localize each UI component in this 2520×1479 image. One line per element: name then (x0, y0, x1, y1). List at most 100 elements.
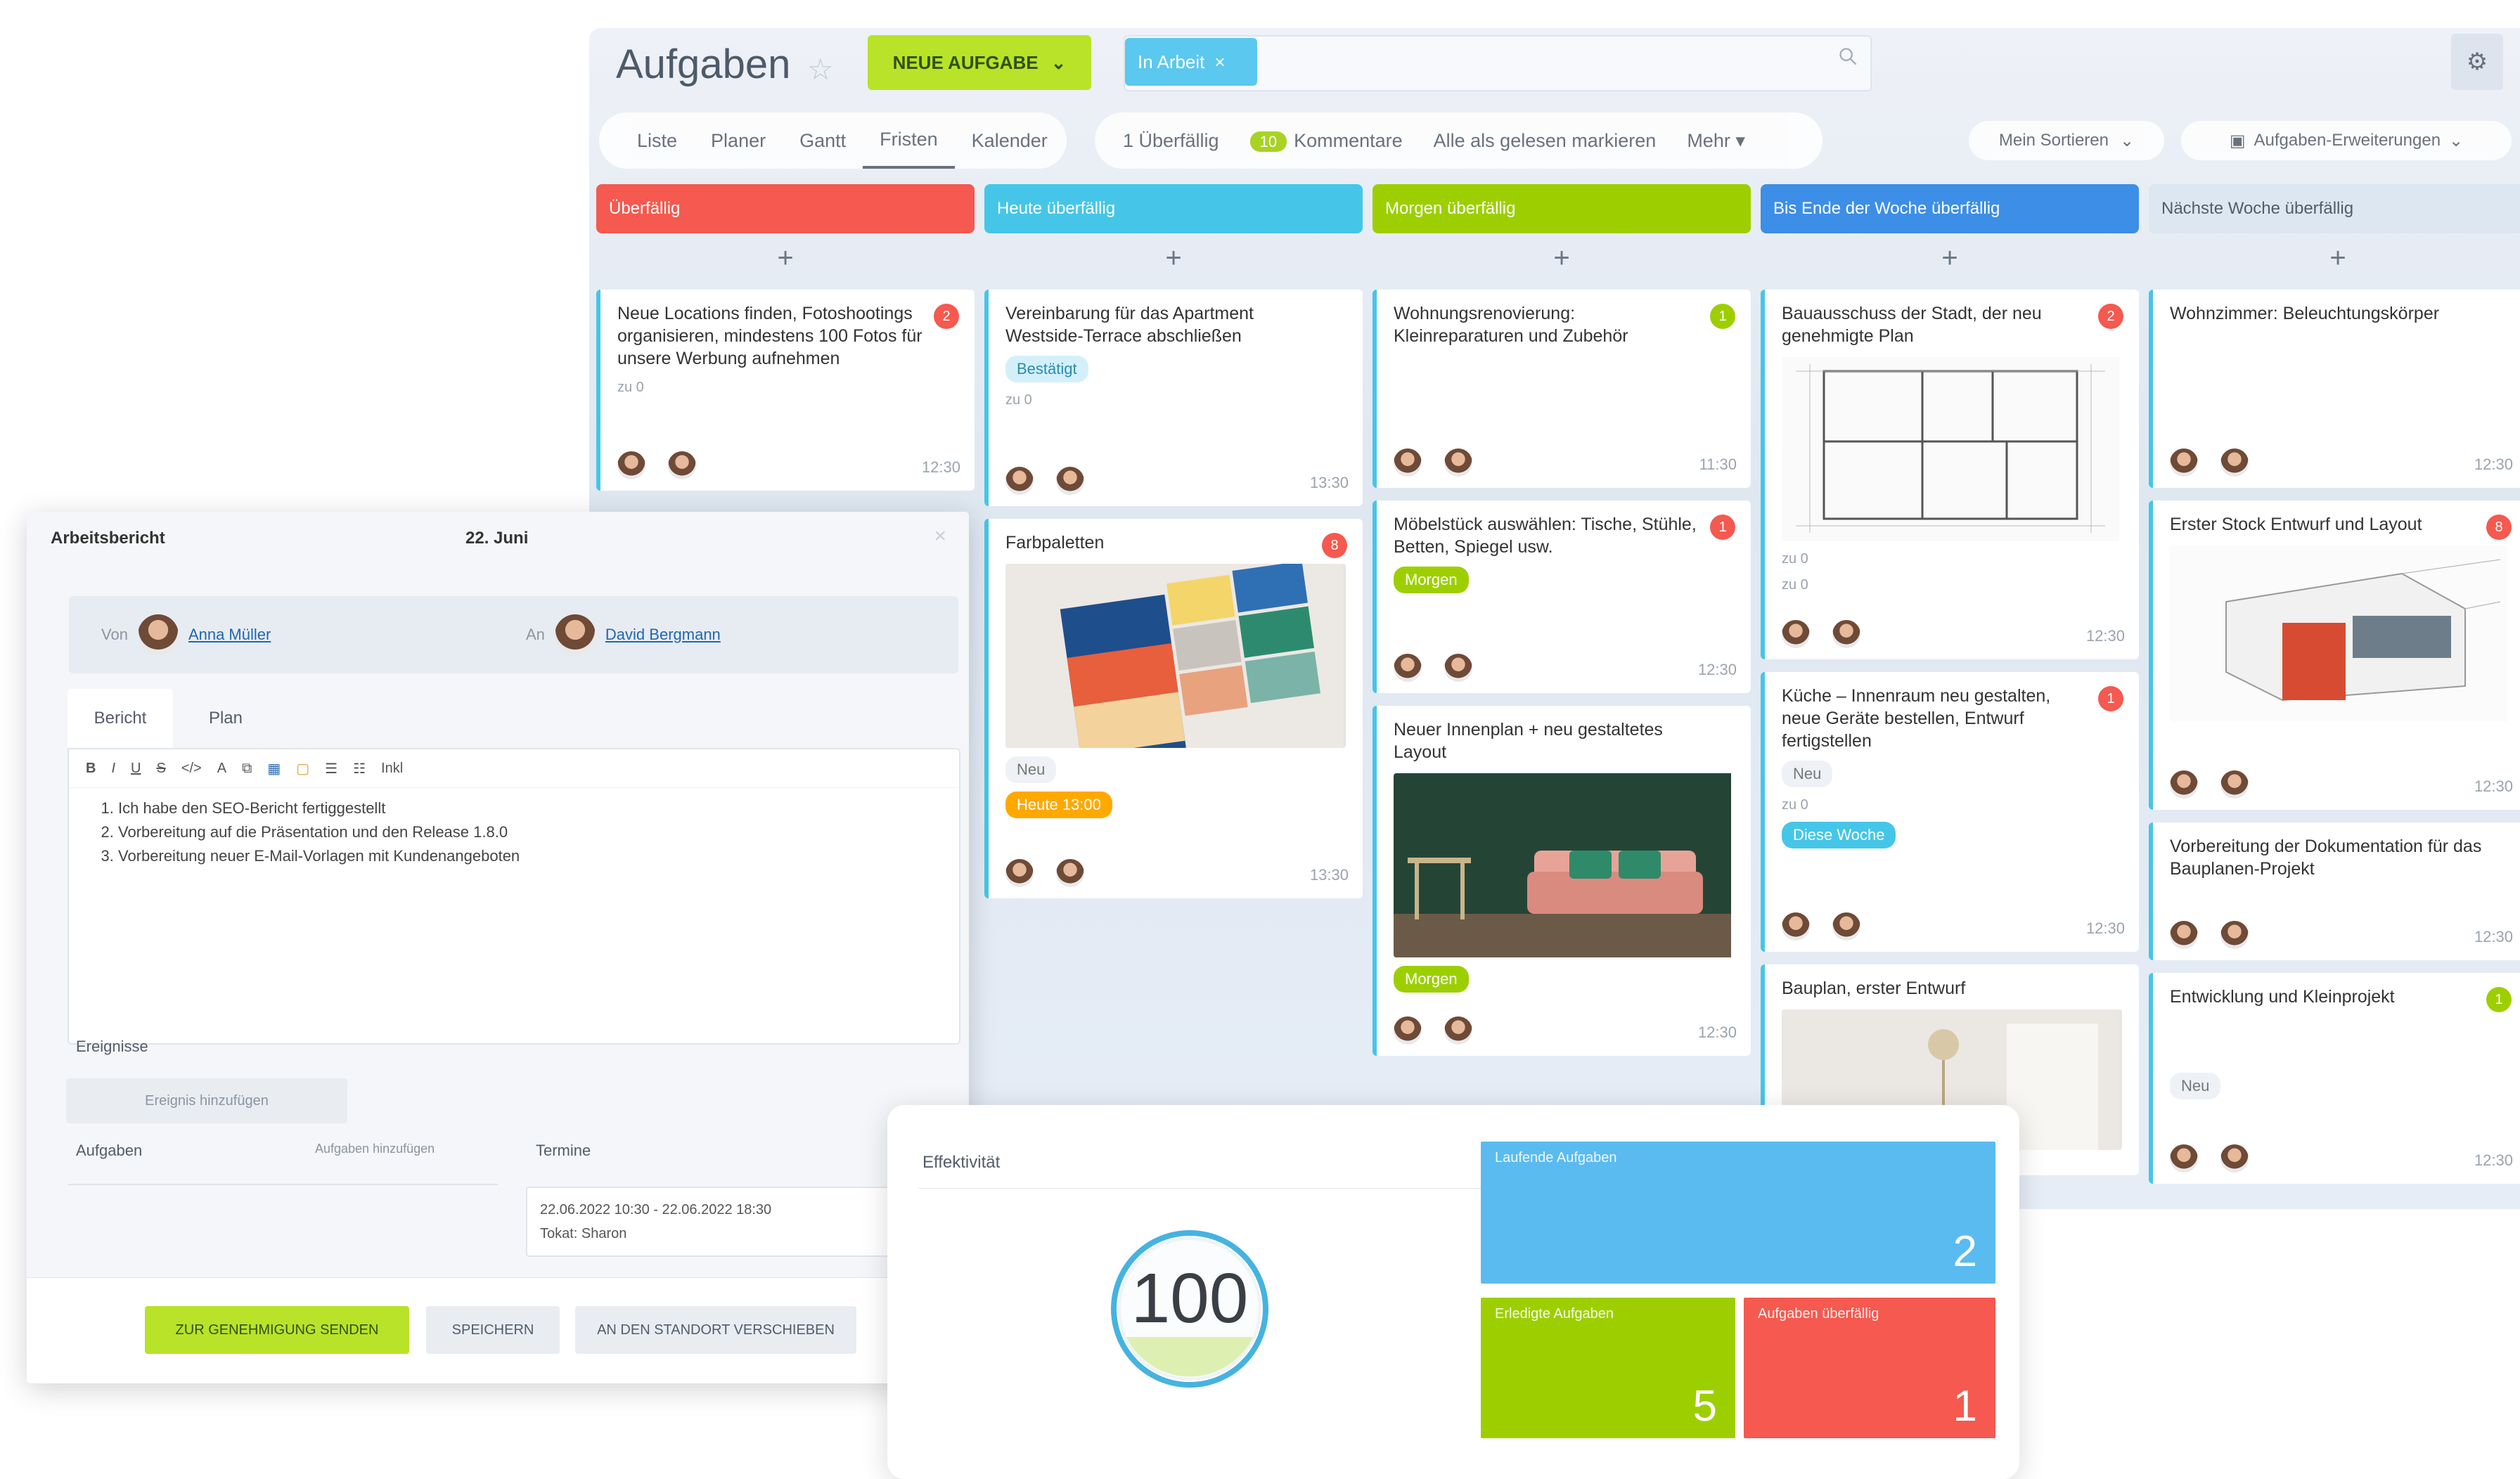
tasks-label: Aufgaben (76, 1142, 143, 1159)
add-card-icon[interactable]: + (1761, 233, 2139, 283)
avatar[interactable] (1782, 912, 1810, 941)
overdue-filter[interactable]: 1 Überfällig (1123, 130, 1219, 152)
add-card-icon[interactable]: + (596, 233, 975, 283)
avatar[interactable] (1444, 448, 1472, 477)
task-card[interactable]: Farbpaletten 8 Neu Heute 13:00 13:30 (984, 519, 1363, 898)
task-card[interactable]: Vorbereitung der Dokumentation für das B… (2149, 822, 2520, 960)
new-task-button[interactable]: NEUE AUFGABE ⌄ (868, 35, 1091, 90)
avatar[interactable] (1832, 620, 1860, 648)
avatar[interactable] (2220, 770, 2249, 799)
tab-plan[interactable]: Plan (173, 689, 278, 748)
tab-report[interactable]: Bericht (68, 689, 173, 748)
task-card[interactable]: Bauausschuss der Stadt, der neu genehmig… (1761, 290, 2139, 659)
report-editor[interactable]: B I U S </> A ⧉ ▦ ▢ ☰ ☷ Inkl Ich habe de… (68, 748, 960, 1045)
task-card[interactable]: Wohnzimmer: Beleuchtungskörper 12:30 (2149, 290, 2520, 488)
column-header[interactable]: Heute überfällig (984, 184, 1363, 233)
link-icon[interactable]: ⧉ (242, 761, 252, 777)
avatar[interactable] (2170, 921, 2198, 949)
task-card[interactable]: Wohnungsrenovierung: Kleinreparaturen un… (1372, 290, 1751, 488)
avatar[interactable] (1056, 467, 1084, 495)
add-event-button[interactable]: Ereignis hinzufügen (66, 1078, 347, 1123)
task-card[interactable]: Möbelstück auswählen: Tische, Stühle, Be… (1372, 500, 1751, 693)
sort-dropdown[interactable]: Mein Sortieren ⌄ (1969, 121, 2164, 160)
avatar[interactable] (1444, 1016, 1472, 1045)
add-card-icon[interactable]: + (1372, 233, 1751, 283)
avatar[interactable] (1444, 654, 1472, 682)
column-header[interactable]: Bis Ende der Woche überfällig (1761, 184, 2139, 233)
add-card-icon[interactable]: + (984, 233, 1363, 283)
avatar[interactable] (1394, 1016, 1422, 1045)
in-progress-tile[interactable]: Laufende Aufgaben 2 (1481, 1142, 1995, 1284)
filter-chip[interactable]: In Arbeit × (1125, 38, 1257, 86)
avatar[interactable] (2220, 921, 2249, 949)
gear-icon[interactable]: ⚙ (2451, 34, 2503, 90)
avatar[interactable] (617, 451, 645, 479)
avatar[interactable] (1005, 467, 1034, 495)
move-button[interactable]: AN DEN STANDORT VERSCHIEBEN (575, 1306, 856, 1354)
tab-calendar[interactable]: Kalender (955, 112, 1065, 169)
comments-filter[interactable]: 10 Kommentare (1249, 130, 1403, 152)
avatar[interactable] (2170, 770, 2198, 799)
card-meta: zu 0 (1782, 551, 1808, 567)
underline-button[interactable]: U (131, 761, 141, 777)
deadline-badge[interactable]: Morgen (1394, 567, 1469, 593)
column-header[interactable]: Nächste Woche überfällig (2149, 184, 2520, 233)
insert-button[interactable]: Inkl (381, 761, 403, 777)
deadline-badge[interactable]: Diese Woche (1782, 822, 1896, 848)
overdue-tile[interactable]: Aufgaben überfällig 1 (1744, 1298, 1995, 1438)
code-button[interactable]: </> (181, 761, 202, 777)
search-input[interactable]: In Arbeit × (1124, 35, 1872, 91)
avatar[interactable] (668, 451, 696, 479)
close-icon[interactable]: × (1214, 51, 1225, 73)
mark-all-read-link[interactable]: Alle als gelesen markieren (1434, 130, 1657, 152)
star-icon[interactable]: ☆ (807, 52, 834, 86)
table-icon[interactable]: ▢ (296, 760, 309, 777)
deadline-badge[interactable]: Morgen (1394, 966, 1469, 993)
avatar[interactable] (1394, 654, 1422, 682)
image-icon[interactable]: ▦ (267, 760, 281, 777)
save-button[interactable]: SPEICHERN (426, 1306, 560, 1354)
more-menu[interactable]: Mehr ▾ (1687, 130, 1745, 152)
task-card[interactable]: Küche – Innenraum neu gestalten, neue Ge… (1761, 672, 2139, 952)
task-card[interactable]: Vereinbarung für das Apartment Westside-… (984, 290, 1363, 506)
tab-list[interactable]: Liste (620, 112, 694, 169)
completed-tile[interactable]: Erledigte Aufgaben 5 (1481, 1298, 1735, 1438)
recipient-name-link[interactable]: David Bergmann (605, 626, 721, 644)
avatar[interactable] (1056, 859, 1084, 887)
avatar[interactable] (1394, 448, 1422, 477)
deadline-badge[interactable]: Heute 13:00 (1005, 792, 1112, 818)
bullet-list-icon[interactable]: ☷ (353, 760, 366, 777)
avatar[interactable] (554, 614, 596, 655)
add-card-icon[interactable]: + (2149, 233, 2520, 283)
font-color-button[interactable]: A (217, 761, 226, 777)
avatar[interactable] (1005, 859, 1034, 887)
extensions-button[interactable]: ▣ Aufgaben-Erweiterungen ⌄ (2181, 121, 2512, 160)
avatar[interactable] (2220, 1144, 2249, 1173)
card-meta: zu 0 (1782, 797, 1808, 813)
avatar[interactable] (1782, 620, 1810, 648)
avatar[interactable] (137, 614, 179, 655)
send-for-approval-button[interactable]: ZUR GENEHMIGUNG SENDEN (145, 1306, 409, 1354)
avatar[interactable] (2170, 1144, 2198, 1173)
task-card[interactable]: Neuer Innenplan + neu gestaltetes Layout… (1372, 706, 1751, 1056)
italic-button[interactable]: I (111, 761, 115, 777)
add-tasks-link[interactable]: Aufgaben hinzufügen (315, 1142, 435, 1156)
avatar[interactable] (2170, 448, 2198, 477)
avatar[interactable] (1832, 912, 1860, 941)
strikethrough-button[interactable]: S (156, 761, 165, 777)
column-header[interactable]: Morgen überfällig (1372, 184, 1751, 233)
tab-gantt[interactable]: Gantt (783, 112, 863, 169)
task-card[interactable]: Erster Stock Entwurf und Layout 8 12:30 (2149, 500, 2520, 810)
ordered-list-icon[interactable]: ☰ (325, 760, 338, 777)
column-header[interactable]: Überfällig (596, 184, 975, 233)
task-card[interactable]: Entwicklung und Kleinprojekt 1 Neu 12:30 (2149, 973, 2520, 1184)
chevron-down-icon[interactable]: ⌄ (1051, 52, 1067, 74)
avatar[interactable] (2220, 448, 2249, 477)
sender-name-link[interactable]: Anna Müller (188, 626, 271, 644)
task-card[interactable]: Neue Locations finden, Fotoshootings org… (596, 290, 975, 491)
tab-deadlines[interactable]: Fristen (863, 112, 955, 169)
search-icon[interactable] (1838, 46, 1858, 66)
close-icon[interactable]: × (934, 524, 946, 548)
bold-button[interactable]: B (86, 761, 96, 777)
tab-planner[interactable]: Planer (694, 112, 783, 169)
